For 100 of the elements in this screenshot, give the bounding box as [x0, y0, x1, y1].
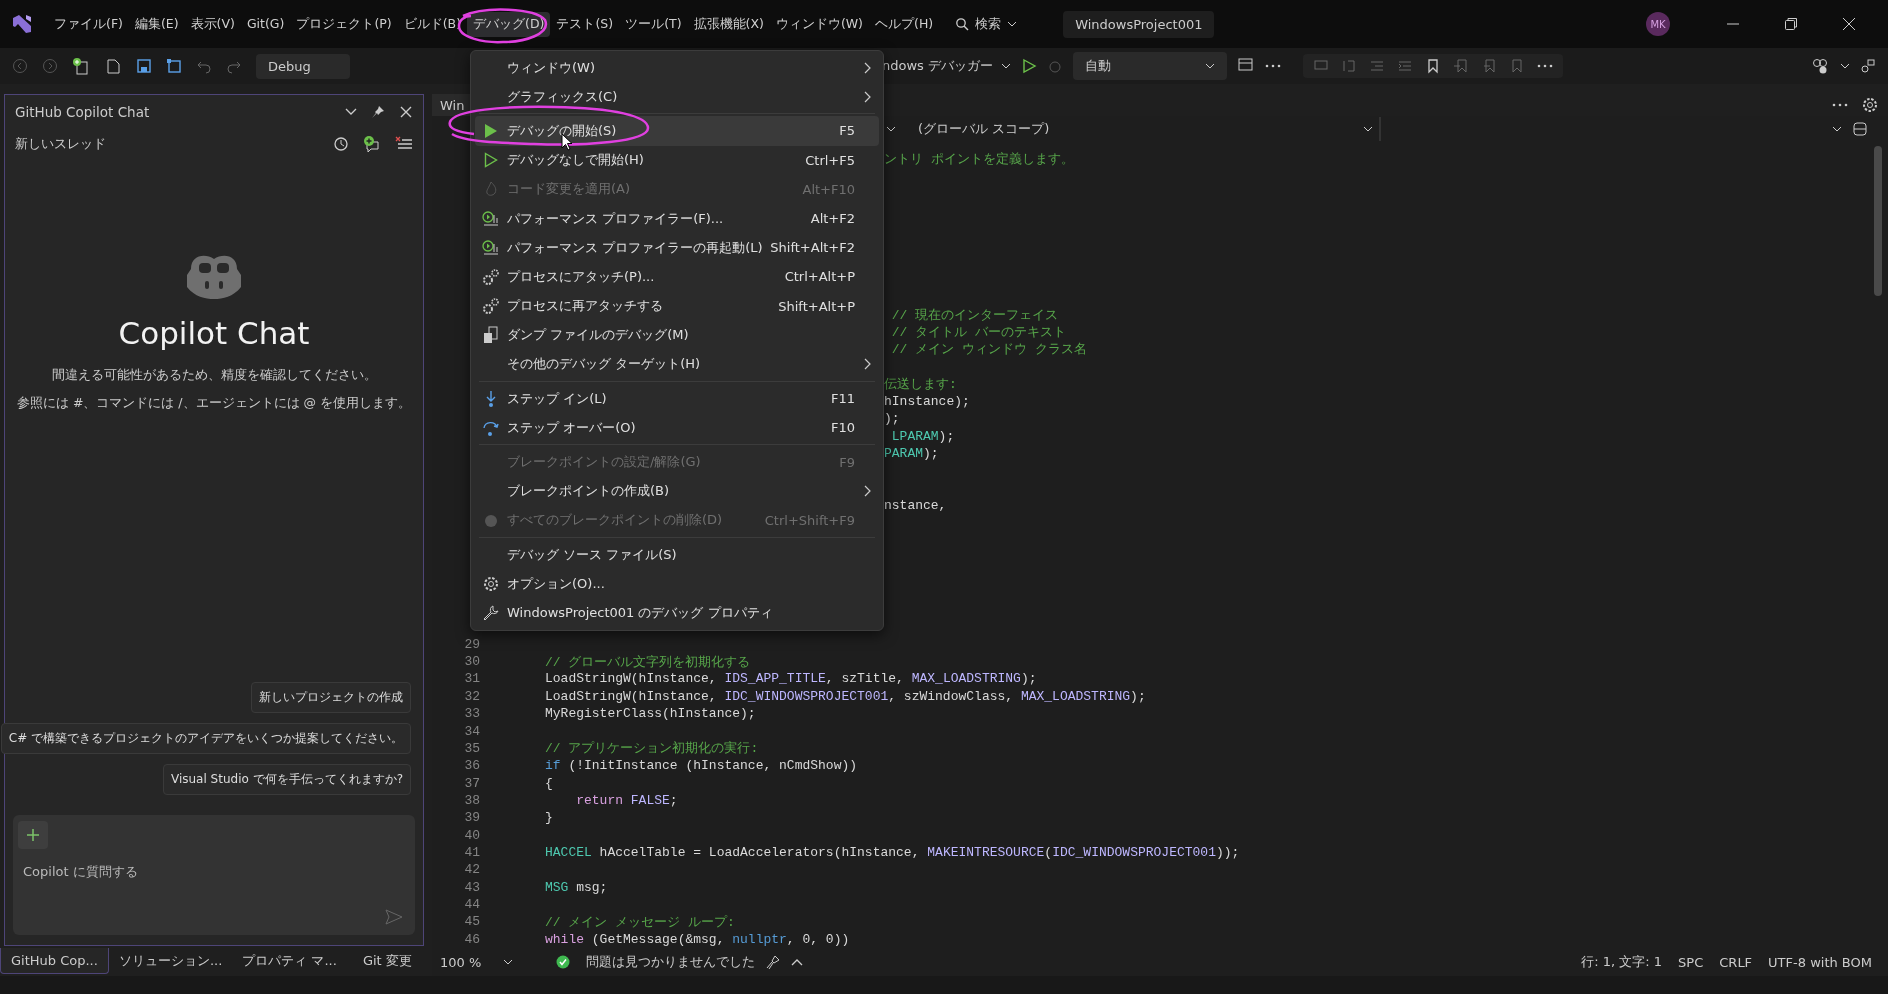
line-number: 41 — [463, 844, 480, 860]
menu-item[interactable]: パフォーマンス プロファイラーの再起動(L) Shift+Alt+F2 — [475, 233, 879, 263]
panel-tab[interactable]: プロパティ マ... — [232, 947, 347, 975]
code-line: } — [545, 810, 553, 826]
code-line: LoadStringW(hInstance, IDS_APP_TITLE, szTitle, MAX_LOADSTRING); — [545, 671, 1037, 687]
code-line: // メイン ウィンドウ クラス名 — [890, 341, 1087, 359]
zoom-dropdown[interactable]: 100 % — [432, 954, 518, 970]
menu-item[interactable]: WindowsProject001 のデバッグ プロパティ — [475, 598, 879, 628]
menu-item[interactable]: その他のデバッグ ターゲット(H) — [475, 349, 879, 380]
menu-item[interactable]: デバッグ ソース ファイル(S) — [475, 540, 879, 570]
menu-item[interactable]: グラフィックス(C) — [475, 82, 879, 112]
menu-item[interactable]: パフォーマンス プロファイラー(F)... Alt+F2 — [475, 203, 879, 234]
chat-heading: Copilot Chat — [118, 315, 310, 351]
issues-status[interactable]: 問題は見つかりませんでした — [586, 953, 755, 971]
menu-item[interactable]: ウィンドウ(W) — [475, 53, 879, 83]
caret-icon — [503, 959, 514, 965]
encoding[interactable]: UTF-8 with BOM — [1768, 954, 1872, 970]
code-line: // 現在のインターフェイス — [890, 306, 1059, 324]
bookmark-next-icon[interactable] — [1481, 58, 1497, 74]
code-line: // メイン メッセージ ループ: — [545, 913, 735, 931]
menu-item[interactable]: プロセスに再アタッチする Shift+Alt+P — [475, 291, 879, 321]
caret-icon[interactable] — [345, 108, 357, 116]
code-line: nstance, — [884, 498, 947, 514]
clear-list-icon[interactable] — [395, 136, 413, 152]
save-all-icon[interactable] — [166, 58, 182, 74]
pin-icon[interactable] — [371, 105, 385, 119]
menu-item[interactable]: ヘルプ(H) — [869, 11, 940, 37]
bookmark-icon[interactable] — [1425, 58, 1441, 74]
mode-dropdown[interactable]: 自動 — [1073, 52, 1227, 80]
chat-input-field[interactable]: Copilot に質問する — [21, 863, 385, 880]
search-icon — [955, 17, 970, 31]
brush-icon[interactable] — [765, 954, 781, 970]
restore-icon[interactable] — [1784, 17, 1798, 31]
search-button[interactable]: 検索 — [947, 11, 1026, 37]
more-icon[interactable] — [1265, 64, 1281, 68]
run-icon[interactable] — [1021, 58, 1037, 74]
code-line: MSG msg; — [545, 879, 608, 895]
menu-item[interactable]: 表示(V) — [184, 11, 241, 37]
plus-icon — [26, 828, 40, 842]
history-icon[interactable] — [333, 136, 349, 152]
menu-item[interactable]: ステップ イン(L) F11 — [475, 384, 879, 414]
menu-item[interactable]: ブレークポイントの作成(B) — [475, 476, 879, 506]
new-chat-icon[interactable] — [363, 135, 381, 153]
live-share-icon[interactable] — [1810, 57, 1830, 75]
menu-item[interactable]: オプション(O)... — [475, 569, 879, 599]
gears-icon — [482, 267, 500, 286]
bookmark-clear-icon[interactable] — [1509, 58, 1525, 74]
suggestion-button[interactable]: C# で構築できるプロジェクトのアイデアをいくつか提案してください。 — [0, 723, 411, 754]
menu-item[interactable]: Git(G) — [240, 11, 291, 37]
menu-item[interactable]: デバッグなしで開始(H) Ctrl+F5 — [475, 145, 879, 175]
new-project-icon[interactable] — [72, 57, 90, 75]
configuration-dropdown[interactable]: Debug — [256, 53, 350, 79]
menu-item[interactable]: ダンプ ファイルのデバッグ(M) — [475, 320, 879, 350]
save-icon[interactable] — [136, 58, 152, 74]
close-icon[interactable] — [399, 105, 413, 119]
cursor-position[interactable]: 行: 1, 文字: 1 — [1581, 953, 1663, 971]
code-line: return FALSE; — [575, 792, 678, 808]
add-button[interactable] — [18, 821, 48, 849]
line-number: 46 — [463, 931, 480, 947]
indent-mode[interactable]: SPC — [1678, 954, 1704, 970]
menu-item[interactable]: ウィンドウ(W) — [769, 11, 869, 37]
bookmark-previous-icon[interactable] — [1453, 58, 1469, 74]
line-number: 30 — [463, 654, 480, 670]
code-line: ントリ ポイントを定義します。 — [884, 150, 1074, 168]
panel-tab[interactable]: GitHub Cop... — [0, 948, 109, 974]
caret-icon — [1363, 126, 1373, 132]
user-avatar[interactable]: MK — [1646, 12, 1670, 36]
line-ending[interactable]: CRLF — [1719, 954, 1753, 970]
chevron-up-icon[interactable] — [791, 958, 803, 966]
panel-tab[interactable]: ソリューション... — [108, 947, 233, 975]
more-icon[interactable] — [1832, 103, 1848, 107]
menu-item[interactable]: ツール(T) — [619, 11, 688, 37]
caret-icon[interactable] — [1840, 63, 1850, 69]
line-number: 34 — [463, 723, 480, 739]
menu-item[interactable]: プロジェクト(P) — [290, 11, 398, 37]
more-icon[interactable] — [1537, 64, 1553, 68]
chevron-right-icon — [863, 485, 871, 498]
line-number: 36 — [463, 758, 480, 774]
new-file-icon[interactable] — [104, 57, 122, 75]
profiler-icon — [482, 239, 500, 256]
app-logo-icon — [10, 12, 34, 36]
code-line: // グローバル文字列を初期化する — [545, 653, 751, 671]
menu-item[interactable]: デバッグの開始(S) F5 — [475, 116, 879, 146]
menu-item[interactable]: プロセスにアタッチ(P)... Ctrl+Alt+P — [475, 262, 879, 292]
menu-item[interactable]: 編集(E) — [128, 11, 185, 37]
menu-item[interactable]: テスト(S) — [550, 11, 620, 37]
feedback-icon[interactable] — [1860, 58, 1876, 74]
suggestion-button[interactable]: 新しいプロジェクトの作成 — [251, 682, 411, 713]
profiler-icon — [482, 210, 500, 227]
menu-item[interactable]: デバッグ(D) — [467, 11, 551, 37]
split-icon[interactable] — [1852, 121, 1868, 137]
menu-item[interactable]: ステップ オーバー(O) F10 — [475, 413, 879, 443]
suggestion-button[interactable]: Visual Studio で何を手伝ってくれますか? — [162, 764, 411, 795]
line-number: 45 — [463, 914, 480, 930]
menu-item[interactable]: 拡張機能(X) — [687, 11, 770, 37]
panel-tab[interactable]: Git 変更 — [346, 947, 428, 975]
menu-item[interactable]: ファイル(F) — [48, 11, 129, 37]
close-icon[interactable] — [1842, 17, 1856, 31]
line-number: 44 — [463, 896, 480, 912]
settings-icon[interactable] — [1862, 97, 1878, 113]
